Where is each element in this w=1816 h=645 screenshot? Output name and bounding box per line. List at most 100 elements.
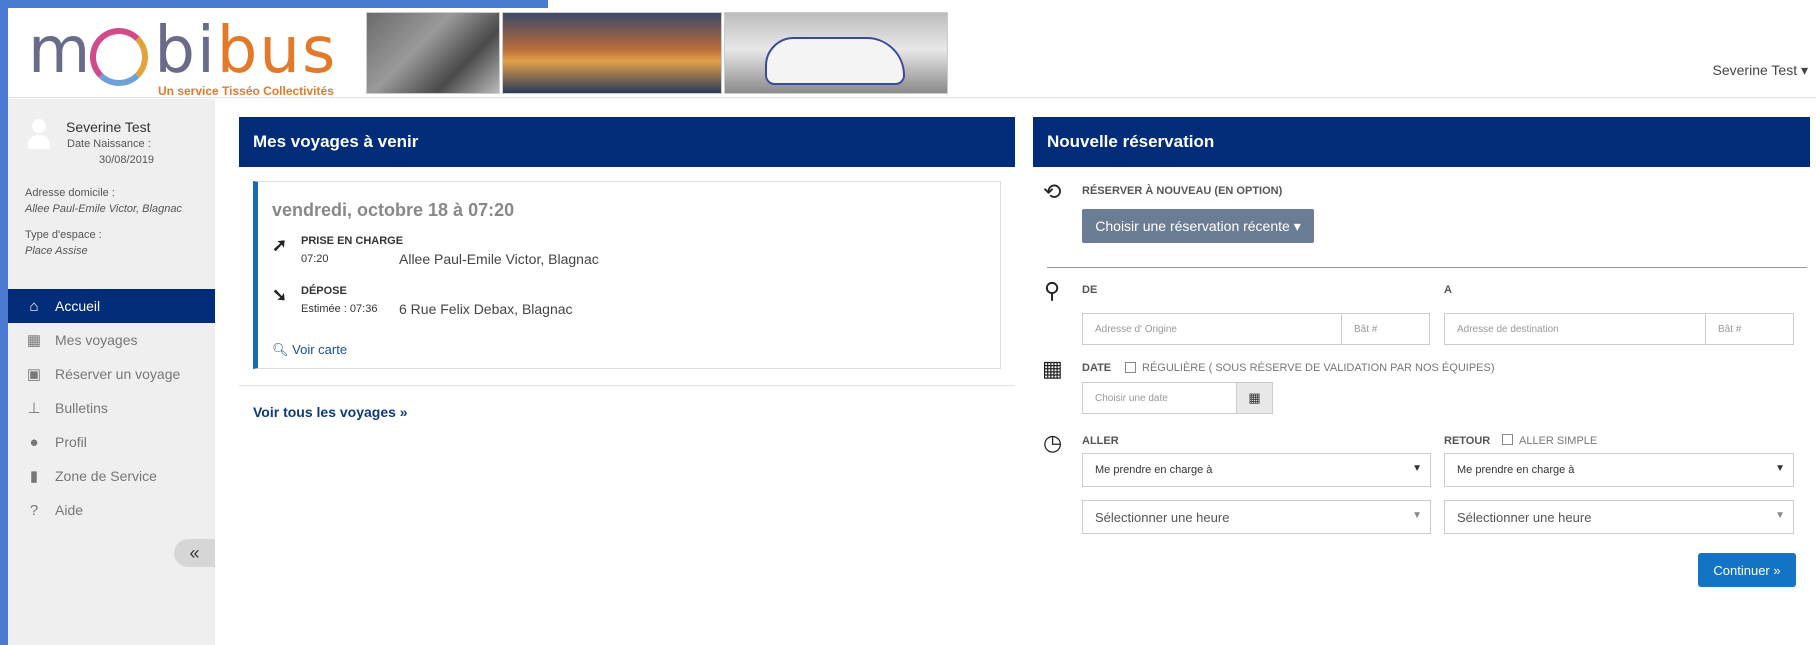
car-shape [765,37,905,85]
bus-icon: ▣ [26,366,42,383]
to-label: A [1444,284,1452,296]
calendar-icon: ▦ [1042,356,1063,381]
sidebar-item-label: Mes voyages [55,332,138,348]
destination-address-input[interactable]: Adresse de destination [1444,313,1706,345]
origin-building-input[interactable]: Bât # [1341,313,1430,345]
logo-part-bus: bus [216,14,338,88]
sidebar-item-label: Accueil [55,298,101,314]
all-trips-link[interactable]: Voir tous les voyages » [253,404,408,420]
new-reservation-panel: Nouvelle réservation ⟲ RÉSERVER À NOUVEA… [1033,117,1810,645]
date-input[interactable]: Choisir une date [1082,382,1237,414]
logo-tagline: Un service Tisséo Collectivités [158,84,334,98]
pickup-time: 07:20 [301,253,329,265]
clock-icon: ◷ [1043,430,1063,455]
continue-button[interactable]: Continuer » [1698,553,1796,587]
regular-label: RÉGULIÈRE ( SOUS RÉSERVE DE VALIDATION P… [1142,362,1495,374]
history-icon: ⟲ [1043,179,1062,204]
logo-part-bi: bi [154,14,217,88]
location-pin-icon: ⚲ [1044,278,1061,303]
retour-time-value: Sélectionner une heure [1457,509,1592,525]
retour-label: RETOUR [1444,435,1491,447]
sidebar-item-label: Profil [55,434,87,450]
sidebar-item-accueil[interactable]: ⌂ Accueil [8,289,215,323]
aller-mode-select[interactable]: Me prendre en charge à ▼ [1082,453,1431,487]
address-label: Adresse domicile : [25,187,115,199]
caret-down-icon: ▼ [1412,510,1422,521]
divider [239,385,1015,386]
retour-time-select[interactable]: Sélectionner une heure ▼ [1444,500,1794,534]
calendar-picker-button[interactable]: ▦ [1236,382,1273,414]
section-divider [1047,267,1807,268]
sidebar-item-reserver[interactable]: ▣ Réserver un voyage [8,357,215,391]
space-type-value: Place Assise [25,245,88,257]
banner-photo-wheelchair [366,12,500,94]
collapse-sidebar-button[interactable]: « [174,539,215,567]
sidebar: Severine Test Date Naissance : 30/08/201… [8,99,215,645]
sidebar-item-label: Aide [55,502,84,518]
address-value: Allee Paul-Emile Victor, Blagnac [25,203,182,215]
caret-down-icon: ▼ [1775,510,1785,521]
sidebar-item-mes-voyages[interactable]: ▦ Mes voyages [8,323,215,357]
trip-card: vendredi, octobre 18 à 07:20 ➚ PRISE EN … [253,181,1001,369]
banner-photo-car [724,12,948,94]
sidebar-nav: ⌂ Accueil ▦ Mes voyages ▣ Réserver un vo… [8,289,215,527]
calendar-icon: ▦ [1248,390,1261,405]
reservation-panel-title: Nouvelle réservation [1033,117,1810,167]
header: m bibus Un service Tisséo Collectivités S… [8,8,1816,98]
view-map-link[interactable]: 🔍︎ Voir carte [272,342,347,358]
sidebar-item-label: Bulletins [55,400,108,416]
help-icon: ? [29,501,39,519]
destination-building-input[interactable]: Bât # [1705,313,1794,345]
aller-mode-value: Me prendre en charge à [1095,464,1213,476]
aller-time-value: Sélectionner une heure [1095,509,1230,525]
date-label: DATE [1082,362,1112,374]
user-menu[interactable]: Severine Test ▾ [1713,62,1808,79]
sidebar-item-profil[interactable]: ● Profil [8,425,215,459]
pickup-address: Allee Paul-Emile Victor, Blagnac [399,251,599,267]
dob-label: Date Naissance : [67,138,151,150]
aller-time-select[interactable]: Sélectionner une heure ▼ [1082,500,1431,534]
dropoff-time: Estimée : 07:36 [301,303,378,315]
retour-mode-value: Me prendre en charge à [1457,464,1575,476]
sidebar-item-label: Zone de Service [55,468,157,484]
chevron-down-icon: ▼ [1775,463,1785,474]
user-icon: ● [29,433,39,451]
one-way-label: ALLER SIMPLE [1519,435,1598,447]
logo-part-m: m [28,14,93,88]
home-icon: ⌂ [29,297,39,315]
logo-wordmark: m bibus [28,14,337,88]
window-edge [0,0,8,645]
trip-date: vendredi, octobre 18 à 07:20 [272,200,515,220]
sidebar-item-bulletins[interactable]: ⊥ Bulletins [8,391,215,425]
app-frame: m bibus Un service Tisséo Collectivités S… [0,0,1816,645]
sidebar-item-label: Réserver un voyage [55,366,181,382]
mobibus-logo[interactable]: m bibus Un service Tisséo Collectivités [28,14,368,98]
from-label: DE [1082,284,1098,296]
arrow-down-right-icon: ➘ [272,285,288,305]
sidebar-item-aide[interactable]: ? Aide [8,493,215,527]
search-icon: 🔍︎ [272,342,289,357]
upcoming-trips-panel: Mes voyages à venir vendredi, octobre 18… [239,117,1015,420]
window-top-accent [0,0,548,8]
retour-mode-select[interactable]: Me prendre en charge à ▼ [1444,453,1794,487]
trips-panel-title: Mes voyages à venir [239,117,1015,167]
profile-name: Severine Test [66,119,151,135]
arrow-up-right-icon: ➚ [272,235,288,255]
dob-value: 30/08/2019 [99,154,155,166]
recent-reservation-dropdown[interactable]: Choisir une réservation récente ▾ [1082,209,1314,243]
one-way-checkbox[interactable] [1502,434,1513,445]
chevron-down-icon: ▼ [1412,463,1422,474]
pin-icon: ⊥ [27,400,41,417]
calendar-icon: ▦ [26,332,42,349]
banner-photo-city [502,12,722,94]
user-avatar-icon [28,119,50,149]
origin-address-input[interactable]: Adresse d' Origine [1082,313,1342,345]
dropoff-title: DÉPOSE [301,285,347,297]
sidebar-item-zone[interactable]: ▮ Zone de Service [8,459,215,493]
pickup-title: PRISE EN CHARGE [301,235,404,247]
map-icon: ▮ [29,468,39,485]
dropoff-address: 6 Rue Felix Debax, Blagnac [399,301,573,317]
regular-checkbox[interactable] [1125,362,1136,373]
aller-label: ALLER [1082,435,1119,447]
rebook-label: RÉSERVER À NOUVEAU (EN OPTION) [1082,185,1283,197]
